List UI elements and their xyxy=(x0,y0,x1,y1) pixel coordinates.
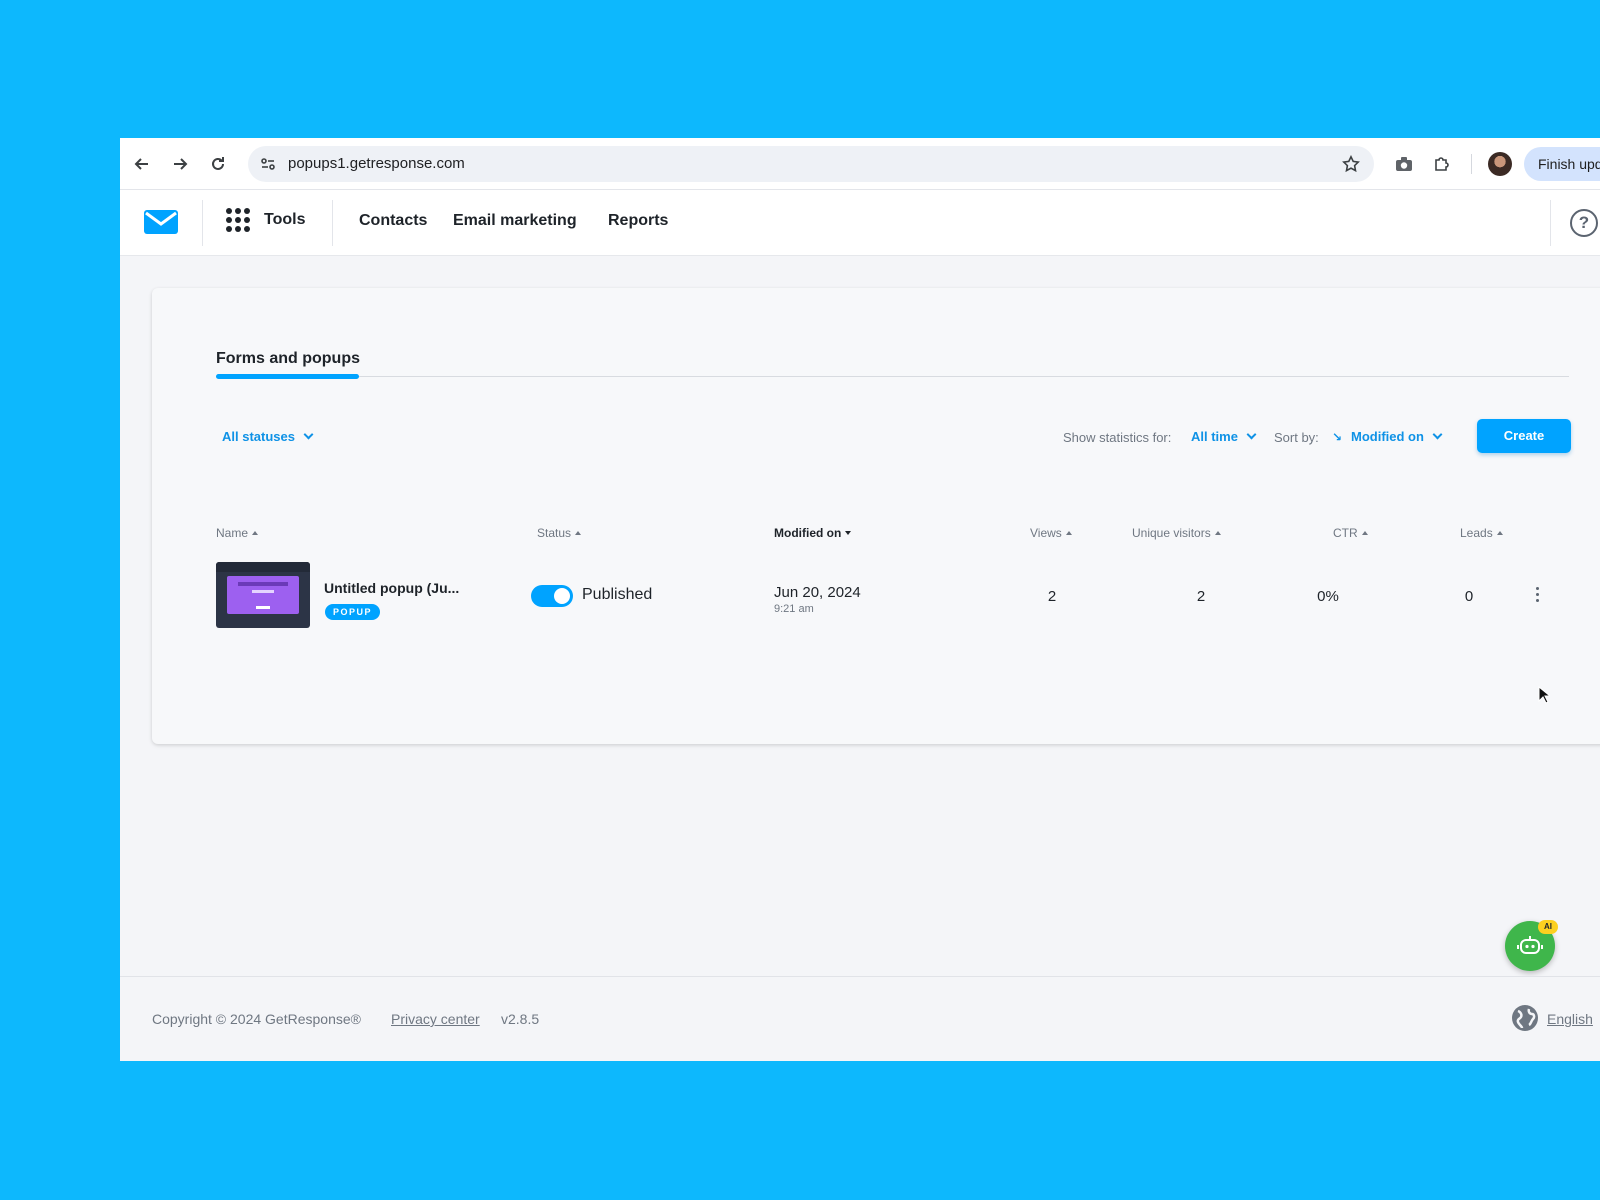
privacy-center-link[interactable]: Privacy center xyxy=(391,1011,480,1027)
finish-update-button[interactable]: Finish upd xyxy=(1524,147,1600,181)
toggle-knob xyxy=(554,588,570,604)
column-header-name[interactable]: Name xyxy=(216,526,259,540)
arrow-left-icon xyxy=(134,158,148,170)
sort-field-dropdown[interactable]: Modified on xyxy=(1351,429,1443,444)
robot-icon xyxy=(1517,936,1543,954)
column-header-modified-on[interactable]: Modified on xyxy=(774,526,852,540)
modified-date: Jun 20, 2024 xyxy=(774,584,861,601)
status-filter-dropdown[interactable]: All statuses xyxy=(222,429,314,444)
tab-divider xyxy=(216,376,1569,377)
tools-menu-button[interactable]: Tools xyxy=(226,208,305,232)
browser-toolbar: popups1.getresponse.com Finish upd xyxy=(120,138,1600,190)
popup-name-link[interactable]: Untitled popup (Ju... xyxy=(324,580,459,596)
column-header-ctr[interactable]: CTR xyxy=(1333,526,1368,540)
address-bar[interactable]: popups1.getresponse.com xyxy=(248,146,1374,182)
version-text: v2.8.5 xyxy=(501,1011,540,1027)
header-divider xyxy=(202,200,203,246)
app-header: Tools Contacts Email marketing Reports ? xyxy=(120,190,1600,256)
reload-button[interactable] xyxy=(204,150,232,178)
header-divider xyxy=(1550,200,1551,246)
column-header-leads[interactable]: Leads xyxy=(1460,526,1503,540)
chevron-down-icon xyxy=(303,429,314,440)
stats-period-value: All time xyxy=(1191,429,1238,444)
back-button[interactable] xyxy=(128,150,156,178)
url-text[interactable]: popups1.getresponse.com xyxy=(288,155,465,172)
active-tab-indicator xyxy=(216,374,359,379)
browser-window: popups1.getresponse.com Finish upd Tools… xyxy=(120,138,1600,1061)
ctr-value: 0% xyxy=(1317,588,1339,605)
chevron-down-icon xyxy=(1432,429,1443,440)
sort-caret-up-icon xyxy=(1065,531,1072,535)
publish-toggle[interactable] xyxy=(531,585,573,607)
sort-label: Sort by: xyxy=(1274,430,1319,445)
toolbar-separator xyxy=(1471,154,1472,174)
getresponse-logo-icon[interactable] xyxy=(144,210,178,239)
extensions-puzzle-icon[interactable] xyxy=(1430,152,1454,176)
column-header-status[interactable]: Status xyxy=(537,526,582,540)
help-icon[interactable]: ? xyxy=(1570,209,1598,237)
bookmark-star-icon[interactable] xyxy=(1340,153,1362,175)
site-settings-icon[interactable] xyxy=(258,154,278,174)
table-row[interactable] xyxy=(184,554,1582,646)
nav-email-marketing[interactable]: Email marketing xyxy=(453,212,577,230)
row-more-options-icon[interactable] xyxy=(1527,582,1547,606)
popup-thumbnail[interactable] xyxy=(216,562,310,628)
sort-caret-up-icon xyxy=(252,531,259,535)
arrow-right-icon xyxy=(174,158,188,170)
leads-value: 0 xyxy=(1464,588,1474,605)
column-header-unique-visitors[interactable]: Unique visitors xyxy=(1132,526,1221,540)
reload-icon xyxy=(212,157,224,170)
nav-reports[interactable]: Reports xyxy=(608,212,668,230)
nav-contacts[interactable]: Contacts xyxy=(359,212,427,230)
stats-label: Show statistics for: xyxy=(1063,430,1172,445)
popup-type-badge: POPUP xyxy=(325,604,381,620)
tab-forms-and-popups[interactable]: Forms and popups xyxy=(216,350,360,368)
sort-caret-down-icon xyxy=(845,531,852,535)
forms-card: Forms and popups All statuses Show stati… xyxy=(152,288,1600,744)
ai-badge: AI xyxy=(1538,920,1558,934)
column-header-views[interactable]: Views xyxy=(1030,526,1072,540)
sort-caret-up-icon xyxy=(1361,531,1368,535)
tools-label: Tools xyxy=(264,211,306,228)
stats-period-dropdown[interactable]: All time xyxy=(1191,429,1257,444)
status-filter-label: All statuses xyxy=(222,429,295,444)
views-value: 2 xyxy=(1047,588,1057,605)
forward-button[interactable] xyxy=(166,150,194,178)
sort-field-value: Modified on xyxy=(1351,429,1424,444)
header-divider xyxy=(332,200,333,246)
modified-time: 9:21 am xyxy=(774,603,814,615)
page-footer: Copyright © 2024 GetResponse® Privacy ce… xyxy=(120,976,1600,1061)
profile-avatar[interactable] xyxy=(1488,152,1512,176)
status-text: Published xyxy=(582,586,653,603)
create-button[interactable]: Create xyxy=(1477,419,1571,453)
language-link[interactable]: English xyxy=(1547,1011,1593,1027)
copyright-text: Copyright © 2024 GetResponse® xyxy=(152,1011,361,1027)
sort-direction-icon[interactable]: ↘ xyxy=(1332,430,1342,444)
camera-icon[interactable] xyxy=(1392,152,1416,176)
sort-caret-up-icon xyxy=(1496,531,1503,535)
globe-icon[interactable] xyxy=(1512,1005,1538,1031)
chevron-down-icon xyxy=(1246,429,1257,440)
sort-caret-up-icon xyxy=(1214,531,1221,535)
mouse-cursor-icon xyxy=(1538,685,1552,709)
sort-caret-up-icon xyxy=(575,531,582,535)
unique-visitors-value: 2 xyxy=(1196,588,1206,605)
apps-grid-icon xyxy=(226,208,250,232)
